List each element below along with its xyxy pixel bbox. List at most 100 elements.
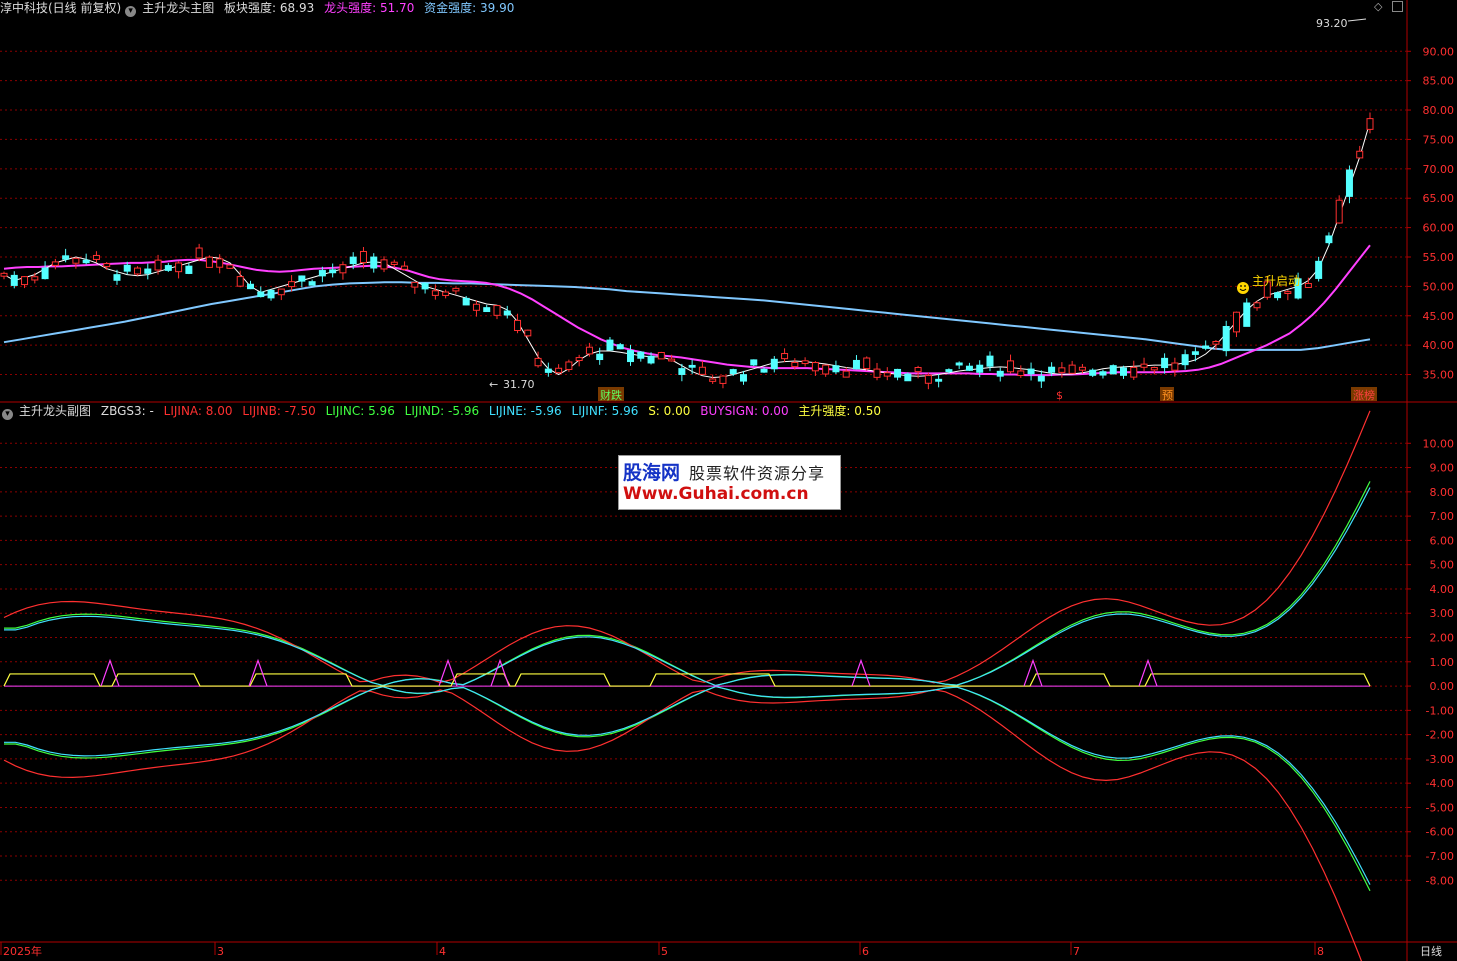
main-rise-strength-value: 主升强度: 0.50 (798, 404, 881, 418)
candle-body (0, 272, 8, 277)
candle-body (1027, 368, 1035, 375)
candle-body (1078, 366, 1086, 371)
leader-strength: 龙头强度: 51.70 (324, 1, 415, 15)
lijinc-line (4, 481, 1371, 687)
candle-body (1253, 302, 1261, 309)
high-price-pointer (1347, 18, 1367, 22)
candle-body (883, 372, 891, 377)
s-line (3, 673, 1371, 687)
sub-indicator-dropdown-icon[interactable]: ▾ (2, 409, 13, 420)
candle-body (904, 373, 912, 382)
candle-body (986, 355, 994, 367)
candle-body (647, 355, 655, 364)
candle-body (1109, 365, 1117, 375)
candle-body (657, 352, 665, 360)
panel-toggle-icon[interactable] (1392, 1, 1403, 12)
candle-body (1335, 199, 1343, 224)
sub-tick-label: -3.00 (1426, 753, 1454, 766)
main-indicator-name[interactable]: 主升龙头主图 (142, 1, 214, 15)
smiley-icon (1237, 282, 1249, 294)
time-label: 6 (862, 945, 869, 958)
candle-body (1171, 362, 1179, 371)
candle-body (1212, 341, 1220, 345)
candle-body (226, 264, 234, 269)
candle-body (1161, 357, 1169, 369)
candle-body (709, 378, 717, 382)
time-label: 3 (217, 945, 224, 958)
buysign-value: BUYSIGN: 0.00 (700, 404, 789, 418)
candle-body (298, 275, 306, 282)
candle-body (852, 359, 860, 370)
sub-tick-label: -6.00 (1426, 826, 1454, 839)
watermark-slogan: 股票软件资源分享 (689, 464, 826, 483)
candle-body (965, 365, 973, 371)
candle-body (1058, 367, 1066, 373)
sub-tick-label: 10.00 (1423, 437, 1455, 450)
candle-body (832, 365, 840, 373)
candle-body (894, 368, 902, 378)
lijind-value: LIJIND: -5.96 (404, 404, 480, 418)
candle-body (92, 254, 100, 260)
candle-body (514, 319, 522, 332)
candle-body (544, 368, 552, 373)
candle-body (791, 361, 799, 368)
candle-body (103, 263, 111, 268)
sub-tick-label: -1.00 (1426, 704, 1454, 717)
candle-body (123, 264, 131, 272)
candle-body (627, 350, 635, 363)
candle-body (688, 364, 696, 368)
candle-body (606, 339, 614, 351)
candle-body (770, 358, 778, 370)
time-label: 8 (1317, 945, 1324, 958)
signal-marker: 涨榜 (1353, 388, 1375, 402)
main-tick-label: 65.00 (1423, 192, 1455, 205)
lijinf-line (4, 487, 1371, 687)
candle-body (1037, 375, 1045, 382)
candle-body (1356, 150, 1364, 159)
watermark: 股海网 股票软件资源分享 Www.Guhai.com.cn (618, 455, 841, 510)
candle-body (41, 267, 49, 280)
candle-body (288, 281, 296, 288)
candle-body (873, 368, 881, 378)
lijina-line (3, 410, 1371, 684)
stock-title[interactable]: 淳中科技(日线 前复权) (0, 1, 121, 15)
time-label: 5 (661, 945, 668, 958)
candle-body (175, 262, 183, 273)
candle-body (472, 303, 480, 311)
main-chart-header: 淳中科技(日线 前复权) ▾ 主升龙头主图 板块强度: 68.93 龙头强度: 51… (0, 0, 520, 17)
candle-body (493, 305, 501, 316)
s-value: S: 0.00 (648, 404, 691, 418)
candle-body (935, 378, 943, 382)
candle-body (976, 364, 984, 373)
candle-body (1325, 235, 1333, 244)
main-tick-label: 80.00 (1423, 104, 1455, 117)
candle-body (616, 344, 624, 350)
candle-body (1274, 292, 1282, 299)
watermark-url: Www.Guhai.com.cn (623, 484, 809, 504)
candle-body (822, 364, 830, 375)
lijinc-value: LIJINC: 5.96 (325, 404, 395, 418)
candle-body (1007, 360, 1015, 373)
candle-body (1304, 283, 1312, 288)
buy-sign-triangle (1023, 658, 1043, 687)
candle-body (31, 276, 39, 281)
signal-marker: 财跌 (600, 388, 622, 402)
sub-tick-label: -7.00 (1426, 850, 1454, 863)
sub-indicator-name[interactable]: 主升龙头副图 (19, 404, 91, 418)
candle-body (401, 265, 409, 270)
candle-body (534, 357, 542, 367)
candle-body (51, 261, 59, 266)
high-price-label: 93.20 (1316, 17, 1348, 30)
candle-body (945, 369, 953, 373)
main-tick-label: 35.00 (1423, 369, 1455, 382)
candle-body (318, 270, 326, 277)
diamond-icon[interactable]: ◇ (1374, 0, 1382, 13)
indicator-dropdown-icon[interactable]: ▾ (125, 6, 137, 17)
candle-body (462, 297, 470, 306)
candle-body (1232, 311, 1240, 333)
sub-tick-label: 4.00 (1430, 583, 1455, 596)
candle-body (1366, 118, 1374, 130)
candle-body (277, 288, 285, 296)
candle-body (431, 290, 439, 296)
sub-tick-label: 5.00 (1430, 559, 1455, 572)
